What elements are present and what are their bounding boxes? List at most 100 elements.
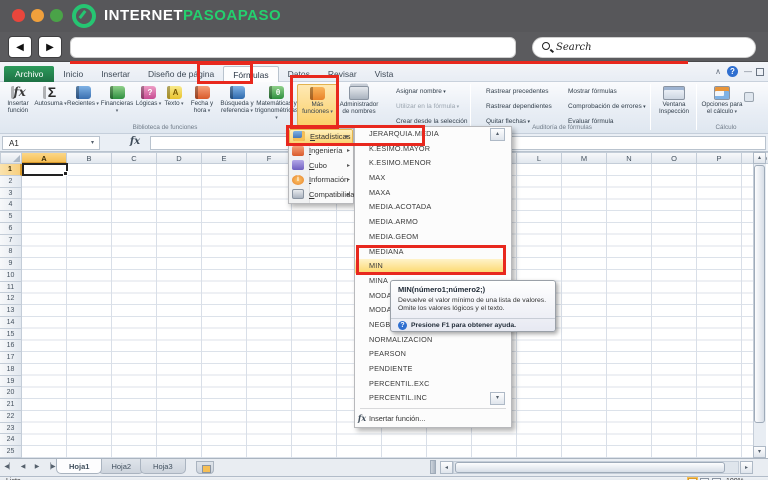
row-header[interactable]: 12 bbox=[0, 293, 22, 305]
row-header[interactable]: 24 bbox=[0, 434, 22, 446]
window-restore-icon[interactable] bbox=[756, 68, 764, 76]
insert-function-menu-item[interactable]: Insertar función... bbox=[355, 411, 505, 425]
row-header[interactable]: 22 bbox=[0, 410, 22, 423]
function-list-item[interactable]: K.ESIMO.MAYOR bbox=[355, 142, 505, 157]
row-header[interactable]: 25 bbox=[0, 446, 22, 458]
row-header[interactable]: 14 bbox=[0, 316, 22, 329]
function-list-item[interactable]: MEDIA.GEOM bbox=[355, 230, 505, 245]
row-header[interactable]: 6 bbox=[0, 222, 22, 235]
name-manager-button[interactable]: Administrador de nombres bbox=[338, 84, 380, 126]
column-header[interactable]: C bbox=[112, 152, 157, 164]
next-sheet-icon[interactable] bbox=[31, 461, 43, 473]
row-header[interactable]: 20 bbox=[0, 387, 22, 399]
sheet-tab[interactable]: Hoja3 bbox=[140, 459, 186, 474]
function-library-button[interactable]: Búsqueda y referencia bbox=[218, 84, 256, 126]
row-header[interactable]: 2 bbox=[0, 175, 22, 188]
scroll-down-icon[interactable] bbox=[753, 446, 766, 458]
scroll-left-icon[interactable] bbox=[440, 461, 453, 474]
horizontal-scroll-thumb[interactable] bbox=[455, 462, 725, 473]
function-list-item[interactable]: MEDIANA bbox=[355, 245, 505, 260]
row-header[interactable]: 16 bbox=[0, 340, 22, 352]
function-list-item[interactable]: MEDIA.ACOTADA bbox=[355, 200, 505, 215]
row-header[interactable]: 18 bbox=[0, 363, 22, 376]
watch-window-button[interactable]: Ventana Inspección bbox=[654, 84, 694, 126]
address-bar[interactable] bbox=[70, 37, 516, 58]
function-library-button[interactable]: Lógicas bbox=[135, 84, 162, 126]
function-library-button[interactable]: Texto bbox=[162, 84, 186, 126]
selected-cell-a1[interactable] bbox=[22, 163, 68, 176]
browser-forward-button[interactable]: ▶ bbox=[38, 36, 62, 58]
zoom-traffic-light[interactable] bbox=[50, 9, 63, 22]
audit-item[interactable]: Comprobación de errores bbox=[556, 99, 646, 114]
vertical-scroll-thumb[interactable] bbox=[754, 165, 765, 423]
ribbon-tab[interactable]: Archivo bbox=[4, 66, 55, 82]
row-header[interactable]: 4 bbox=[0, 199, 22, 211]
sheet-tab[interactable]: Hoja1 bbox=[56, 459, 103, 474]
select-all-corner[interactable] bbox=[0, 152, 22, 164]
function-list-item[interactable]: MAX bbox=[355, 171, 505, 186]
sheet-tab[interactable]: Hoja2 bbox=[98, 459, 145, 474]
function-list-item[interactable]: MEDIA.ARMO bbox=[355, 215, 505, 230]
first-sheet-icon[interactable] bbox=[3, 461, 15, 473]
help-icon[interactable] bbox=[727, 66, 738, 77]
menu-item[interactable]: Información bbox=[289, 173, 353, 188]
name-box-caret-icon[interactable] bbox=[86, 136, 99, 150]
column-header[interactable]: L bbox=[517, 152, 562, 164]
function-library-button[interactable]: Recientes bbox=[67, 84, 99, 126]
ribbon-tab[interactable]: Diseño de página bbox=[139, 66, 223, 82]
function-library-button[interactable]: Matemáticas y trigonométricas bbox=[255, 84, 298, 126]
browser-back-button[interactable]: ◀ bbox=[8, 36, 32, 58]
defined-names-item[interactable]: Utilizar en la fórmula bbox=[384, 99, 468, 114]
ribbon-tab[interactable]: Insertar bbox=[92, 66, 139, 82]
row-header[interactable]: 3 bbox=[0, 187, 22, 200]
function-list-item[interactable]: MIN bbox=[355, 259, 505, 274]
audit-item[interactable]: Mostrar fórmulas bbox=[556, 84, 646, 99]
column-header[interactable]: O bbox=[652, 152, 697, 164]
search-input[interactable] bbox=[556, 39, 746, 56]
row-header[interactable]: 1 bbox=[0, 164, 22, 176]
ribbon-tab[interactable]: Vista bbox=[366, 66, 403, 82]
function-library-button[interactable]: Más funciones bbox=[297, 84, 338, 126]
function-library-button[interactable]: Fecha y hora bbox=[186, 84, 218, 126]
function-list-item[interactable]: MAXA bbox=[355, 186, 505, 201]
audit-item[interactable]: Rastrear precedentes bbox=[474, 84, 552, 99]
row-header[interactable]: 21 bbox=[0, 399, 22, 411]
menu-item[interactable]: Compatibilidad bbox=[289, 187, 359, 202]
row-header[interactable]: 17 bbox=[0, 352, 22, 364]
row-header[interactable]: 15 bbox=[0, 328, 22, 341]
column-header[interactable]: B bbox=[67, 152, 112, 164]
menu-item[interactable]: Cubo bbox=[289, 158, 353, 173]
function-list-item[interactable]: PERCENTIL.EXC bbox=[355, 377, 505, 392]
menu-item[interactable]: Estadísticas bbox=[289, 129, 353, 144]
audit-item[interactable]: Rastrear dependientes bbox=[474, 99, 552, 114]
row-header[interactable]: 5 bbox=[0, 211, 22, 223]
defined-names-item[interactable]: Asignar nombre bbox=[384, 84, 468, 99]
column-header[interactable]: E bbox=[202, 152, 247, 164]
column-header[interactable]: P bbox=[697, 152, 742, 164]
row-header[interactable]: 8 bbox=[0, 246, 22, 258]
function-list-item[interactable]: JERARQUIA.MEDIA bbox=[355, 127, 505, 142]
close-traffic-light[interactable] bbox=[12, 9, 25, 22]
function-list-item[interactable]: PENDIENTE bbox=[355, 362, 505, 377]
function-library-button[interactable]: Insertar función bbox=[2, 84, 34, 126]
row-header[interactable]: 7 bbox=[0, 234, 22, 247]
column-header[interactable]: F bbox=[247, 152, 292, 164]
row-header[interactable]: 9 bbox=[0, 258, 22, 270]
column-header[interactable]: M bbox=[562, 152, 607, 164]
menu-item[interactable]: Ingeniería bbox=[289, 144, 353, 159]
function-list-item[interactable]: PERCENTIL.INC bbox=[355, 391, 505, 406]
window-minimize-icon[interactable] bbox=[742, 66, 754, 77]
row-header[interactable]: 11 bbox=[0, 281, 22, 294]
insert-worksheet-icon[interactable] bbox=[196, 461, 214, 474]
ribbon-tab[interactable]: Datos bbox=[279, 66, 319, 82]
function-list-item[interactable]: NORMALIZACION bbox=[355, 333, 505, 348]
ribbon-tab[interactable]: Inicio bbox=[54, 66, 92, 82]
insert-function-fx-icon[interactable] bbox=[126, 136, 144, 150]
column-header[interactable]: D bbox=[157, 152, 202, 164]
row-header[interactable]: 10 bbox=[0, 269, 22, 282]
ribbon-tab[interactable]: Fórmulas bbox=[223, 66, 279, 82]
submenu-scroll-down-icon[interactable] bbox=[490, 392, 505, 405]
scroll-right-icon[interactable] bbox=[740, 461, 753, 474]
calculate-sheet-icon[interactable] bbox=[744, 92, 754, 102]
row-header[interactable]: 23 bbox=[0, 422, 22, 435]
